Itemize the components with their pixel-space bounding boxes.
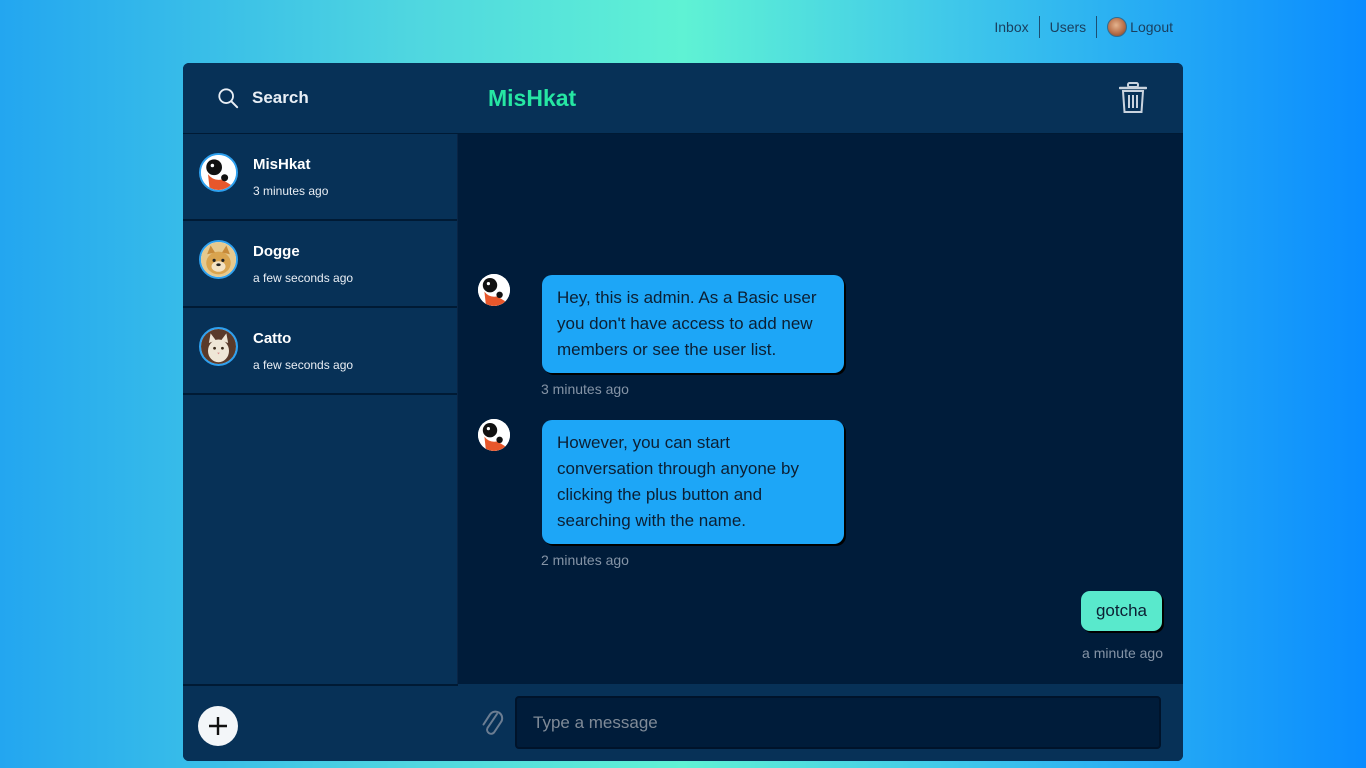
conversation-item-dogge[interactable]: Dogge a few seconds ago: [183, 221, 457, 308]
search-label: Search: [252, 88, 309, 107]
message-bubble: However, you can start conversation thro…: [542, 420, 844, 544]
message-bubble: Hey, this is admin. As a Basic user you …: [542, 275, 844, 373]
avatar: [199, 153, 238, 192]
message-input[interactable]: [515, 696, 1161, 749]
user-avatar: [1107, 17, 1128, 37]
conversation-time: a few seconds ago: [253, 271, 354, 285]
chat-title: MisHkat: [488, 84, 577, 111]
top-navigation: Inbox Users Logout: [984, 16, 1173, 38]
search-box[interactable]: Search: [183, 63, 458, 134]
chat-header: MisHkat: [458, 63, 1183, 134]
conversation-list: MisHkat 3 minutes ago Dogge a few second…: [183, 134, 458, 684]
compose-bar: [458, 684, 1183, 761]
conversation-name: MisHkat: [253, 156, 311, 173]
message-area: Hey, this is admin. As a Basic user you …: [458, 134, 1183, 684]
message-avatar: [478, 274, 510, 306]
conversation-item-catto[interactable]: Catto a few seconds ago: [183, 308, 457, 395]
message-time: a minute ago: [1082, 645, 1163, 661]
logout-label: Logout: [1130, 19, 1173, 35]
conversation-time: 3 minutes ago: [253, 184, 329, 198]
message-avatar: [478, 419, 510, 451]
my-message-bubble: gotcha: [1080, 591, 1162, 631]
avatar: [199, 327, 238, 366]
trash-icon[interactable]: [1119, 82, 1147, 114]
message-time: 2 minutes ago: [541, 552, 629, 568]
plus-icon: [209, 717, 227, 735]
inbox-link[interactable]: Inbox: [984, 19, 1038, 35]
logout-link[interactable]: Logout: [1097, 17, 1173, 37]
conversation-item-mishkat[interactable]: MisHkat 3 minutes ago: [183, 134, 457, 221]
chat-app: Search MisHkat MisHkat 3 minutes ago Dog…: [183, 63, 1183, 761]
avatar: [199, 240, 238, 279]
conversation-name: Dogge: [253, 243, 300, 260]
conversation-name: Catto: [253, 330, 292, 347]
add-conversation-button[interactable]: [198, 706, 238, 746]
users-link[interactable]: Users: [1040, 19, 1097, 35]
sidebar-footer: [183, 684, 458, 761]
conversation-time: a few seconds ago: [253, 358, 354, 372]
message-time: 3 minutes ago: [541, 381, 629, 397]
search-icon: [218, 88, 239, 109]
paperclip-icon[interactable]: [480, 706, 504, 738]
